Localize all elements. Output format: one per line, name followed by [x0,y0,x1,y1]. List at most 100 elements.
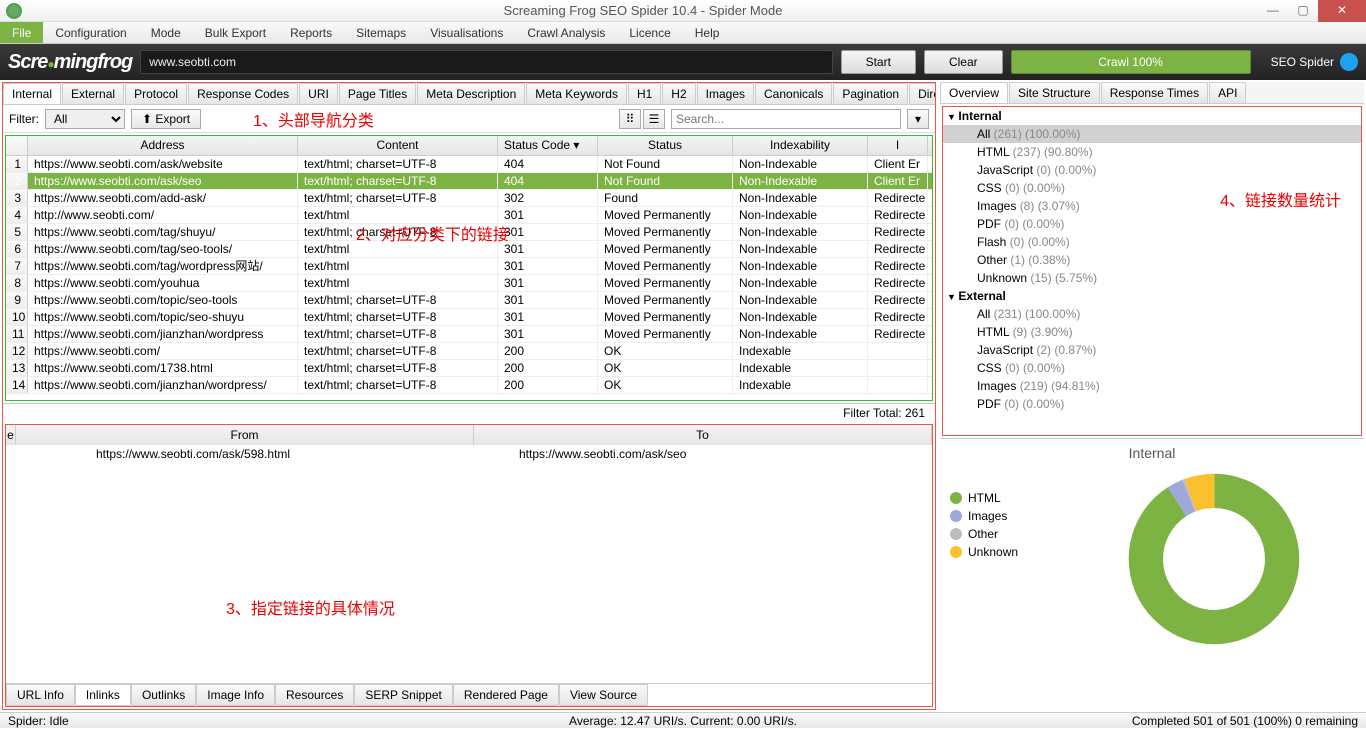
rtab-overview[interactable]: Overview [940,82,1008,103]
tree-header-external[interactable]: External [943,287,1361,305]
rtab-api[interactable]: API [1209,82,1246,103]
btab-inlinks[interactable]: Inlinks [75,684,131,706]
close-button[interactable]: ✕ [1318,0,1366,22]
btab-view-source[interactable]: View Source [559,684,648,706]
legend-item: Other [950,525,1018,543]
tab-images[interactable]: Images [697,83,754,104]
tree-item[interactable]: JavaScript (2) (0.87%) [943,341,1361,359]
tab-pagination[interactable]: Pagination [833,83,908,104]
tab-protocol[interactable]: Protocol [125,83,187,104]
table-row[interactable]: 8https://www.seobti.com/youhuatext/html3… [6,275,932,292]
menu-configuration[interactable]: Configuration [43,22,138,43]
tree-item[interactable]: Other (1) (0.38%) [943,251,1361,269]
btab-outlinks[interactable]: Outlinks [131,684,196,706]
menu-mode[interactable]: Mode [139,22,193,43]
logo: Scre●mingfrog [8,51,132,74]
table-row[interactable]: 13https://www.seobti.com/1738.htmltext/h… [6,360,932,377]
table-row[interactable]: 14https://www.seobti.com/jianzhan/wordpr… [6,377,932,394]
menu-file[interactable]: File [0,22,43,43]
chart-title: Internal [946,445,1358,461]
tab-uri[interactable]: URI [299,83,338,104]
tab-direc[interactable]: Direc [909,83,935,104]
tree-item[interactable]: PDF (0) (0.00%) [943,215,1361,233]
twitter-icon[interactable] [1340,53,1358,71]
toolbar: Scre●mingfrog Start Clear Crawl 100% SEO… [0,44,1366,80]
legend-item: Unknown [950,543,1018,561]
tab-meta-description[interactable]: Meta Description [417,83,525,104]
btab-image-info[interactable]: Image Info [196,684,275,706]
menu-licence[interactable]: Licence [617,22,682,43]
tab-h1[interactable]: H1 [628,83,661,104]
tree-item[interactable]: All (231) (100.00%) [943,305,1361,323]
tab-h2[interactable]: H2 [662,83,695,104]
table-row[interactable]: 4http://www.seobti.com/text/html301Moved… [6,207,932,224]
menu-visualisations[interactable]: Visualisations [418,22,515,43]
maximize-button[interactable]: ▢ [1288,0,1318,22]
filter-select[interactable]: All [45,109,125,129]
search-input[interactable] [671,109,901,129]
menu-help[interactable]: Help [683,22,732,43]
minimize-button[interactable]: — [1258,0,1288,22]
start-button[interactable]: Start [841,50,916,74]
tree-item[interactable]: Unknown (15) (5.75%) [943,269,1361,287]
tree-item[interactable]: Images (219) (94.81%) [943,377,1361,395]
col-to[interactable]: To [474,425,932,445]
tab-internal[interactable]: Internal [3,83,61,104]
menu-crawl-analysis[interactable]: Crawl Analysis [515,22,617,43]
menu-bulk-export[interactable]: Bulk Export [193,22,278,43]
col-extra[interactable]: I [868,136,928,155]
tree-view-icon[interactable]: ⠿ [619,109,641,129]
app-icon [6,3,22,19]
btab-resources[interactable]: Resources [275,684,354,706]
search-dropdown-icon[interactable]: ▾ [907,109,929,129]
table-row[interactable]: 7https://www.seobti.com/tag/wordpress网站/… [6,258,932,275]
filter-total: Filter Total: 261 [3,403,935,422]
table-row[interactable]: 1https://www.seobti.com/ask/websitetext/… [6,156,932,173]
table-row[interactable]: 2https://www.seobti.com/ask/seotext/html… [6,173,932,190]
tab-page-titles[interactable]: Page Titles [339,83,416,104]
clear-button[interactable]: Clear [924,50,1003,74]
crawl-progress: Crawl 100% [1011,50,1251,74]
statusbar: Spider: Idle Average: 12.47 URI/s. Curre… [0,712,1366,728]
tab-external[interactable]: External [62,83,124,104]
tree-item[interactable]: Flash (0) (0.00%) [943,233,1361,251]
left-pane: InternalExternalProtocolResponse CodesUR… [2,82,936,710]
table-row[interactable]: 12https://www.seobti.com/text/html; char… [6,343,932,360]
status-right: Completed 501 of 501 (100%) 0 remaining [1132,713,1358,728]
tree-item[interactable]: HTML (237) (90.80%) [943,143,1361,161]
detail-row[interactable]: https://www.seobti.com/ask/598.html http… [6,445,932,463]
col-address[interactable]: Address [28,136,298,155]
detail-from: https://www.seobti.com/ask/598.html [16,447,509,461]
tab-meta-keywords[interactable]: Meta Keywords [526,83,627,104]
annotation-4: 4、链接数量统计 [1220,187,1341,211]
col-indexability[interactable]: Indexability [733,136,868,155]
col-content[interactable]: Content [298,136,498,155]
btab-rendered-page[interactable]: Rendered Page [453,684,559,706]
menu-sitemaps[interactable]: Sitemaps [344,22,418,43]
status-left: Spider: Idle [8,713,69,728]
rtab-response-times[interactable]: Response Times [1101,82,1208,103]
tab-canonicals[interactable]: Canonicals [755,83,832,104]
menu-reports[interactable]: Reports [278,22,344,43]
col-from[interactable]: From [16,425,474,445]
tree-item[interactable]: PDF (0) (0.00%) [943,395,1361,413]
table-row[interactable]: 10https://www.seobti.com/topic/seo-shuyu… [6,309,932,326]
tree-item[interactable]: HTML (9) (3.90%) [943,323,1361,341]
annotation-2: 2、对应分类下的链接 [356,226,509,246]
list-view-icon[interactable]: ☰ [643,109,665,129]
tree-item[interactable]: All (261) (100.00%) [943,125,1361,143]
url-input[interactable] [140,50,832,74]
col-status[interactable]: Status [598,136,733,155]
table-row[interactable]: 3https://www.seobti.com/add-ask/text/htm… [6,190,932,207]
tree-item[interactable]: CSS (0) (0.00%) [943,359,1361,377]
btab-url-info[interactable]: URL Info [6,684,75,706]
rtab-site-structure[interactable]: Site Structure [1009,82,1100,103]
export-button[interactable]: ⬆ Export [131,109,201,129]
col-status-code[interactable]: Status Code ▾ [498,136,598,155]
tab-response-codes[interactable]: Response Codes [188,83,298,104]
btab-serp-snippet[interactable]: SERP Snippet [354,684,453,706]
table-row[interactable]: 9https://www.seobti.com/topic/seo-toolst… [6,292,932,309]
table-row[interactable]: 11https://www.seobti.com/jianzhan/wordpr… [6,326,932,343]
tree-item[interactable]: JavaScript (0) (0.00%) [943,161,1361,179]
tree-header-internal[interactable]: Internal [943,107,1361,125]
